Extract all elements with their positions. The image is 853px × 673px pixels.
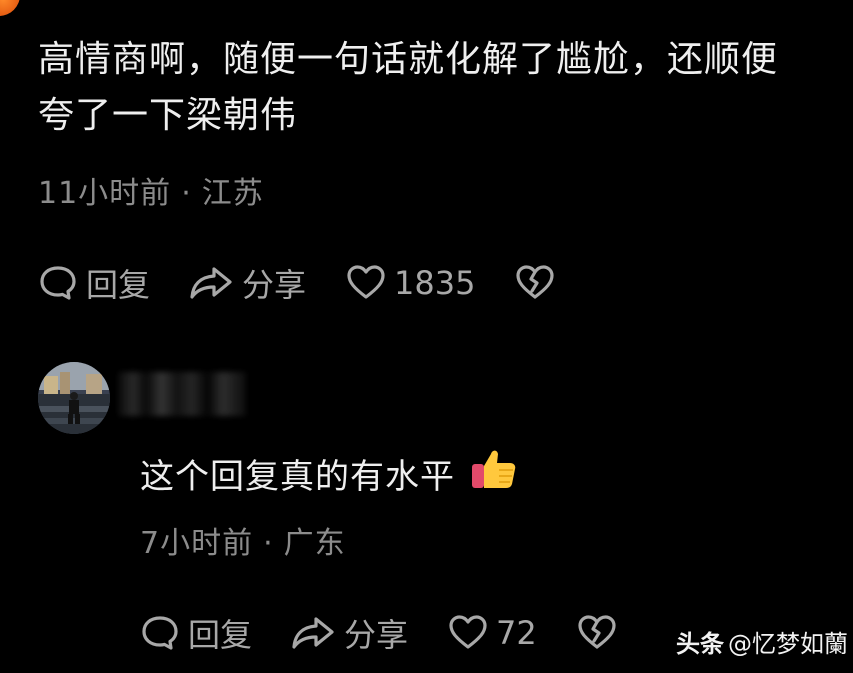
reply-button[interactable]: 回复 <box>38 260 150 306</box>
like-count: 1835 <box>394 264 476 302</box>
heart-icon <box>449 615 487 649</box>
share-arrow-icon <box>292 617 334 649</box>
meta-separator: · <box>181 176 192 211</box>
reply-reply-button[interactable]: 回复 <box>140 610 252 656</box>
comment-actions: 回复 分享 1835 <box>38 260 555 306</box>
share-arrow-icon <box>190 267 232 299</box>
dislike-button[interactable] <box>515 263 555 303</box>
comment-meta: 11小时前 · 江苏 <box>38 168 264 212</box>
comment-text-line-1: 高情商啊，随便一句话就化解了尴尬，还顺便 <box>38 39 779 80</box>
comment-text-line-2: 夸了一下梁朝伟 <box>38 95 298 136</box>
like-count: 72 <box>496 614 537 652</box>
reply-user-avatar[interactable] <box>38 362 110 434</box>
comment-text: 高情商啊，随便一句话就化解了尴尬，还顺便 夸了一下梁朝伟 <box>38 32 838 144</box>
comment-bubble-icon <box>40 266 76 300</box>
thumbs-up-icon <box>469 446 519 501</box>
watermark-handle: @忆梦如蘭 <box>728 630 848 658</box>
comment-location: 江苏 <box>201 176 264 211</box>
heart-icon <box>347 265 385 299</box>
previous-user-avatar[interactable] <box>0 0 20 16</box>
reply-meta: 7小时前 · 广东 <box>140 518 346 562</box>
comment-bubble-icon <box>142 616 178 650</box>
share-label: 分享 <box>344 616 409 654</box>
reply-location: 广东 <box>283 526 346 561</box>
reply-text: 这个回复真的有水平 <box>140 446 519 501</box>
avatar-photo <box>38 362 110 434</box>
share-button[interactable]: 分享 <box>188 260 306 306</box>
reply-like-button[interactable]: 72 <box>448 613 537 653</box>
reply-time: 7小时前 <box>140 526 254 561</box>
like-button[interactable]: 1835 <box>346 263 475 303</box>
broken-heart-icon <box>578 615 616 649</box>
reply-dislike-button[interactable] <box>577 613 617 653</box>
share-label: 分享 <box>242 266 307 304</box>
comment-time: 11小时前 <box>38 176 172 211</box>
broken-heart-icon <box>516 265 555 299</box>
reply-actions: 回复 分享 72 <box>140 610 617 656</box>
reply-text-content: 这个回复真的有水平 <box>140 457 455 497</box>
watermark: 头条 @忆梦如蘭 <box>676 624 848 659</box>
reply-label: 回复 <box>86 266 151 304</box>
reply-share-button[interactable]: 分享 <box>290 610 408 656</box>
reply-username-blurred[interactable] <box>118 372 246 416</box>
reply-label: 回复 <box>188 616 253 654</box>
watermark-brand: 头条 <box>676 630 724 658</box>
meta-separator: · <box>263 526 274 561</box>
